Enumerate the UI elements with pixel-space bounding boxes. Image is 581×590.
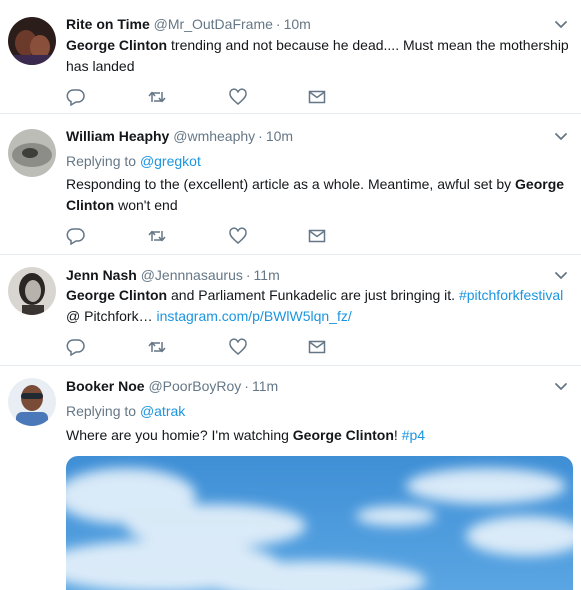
highlighted-term: George Clinton [66,37,168,53]
url-link[interactable]: instagram.com/p/BWlW5lqn_fz/ [156,308,351,324]
tweet-text-part: Responding to the (excellent) article as… [66,176,516,192]
reply-icon[interactable] [66,227,86,245]
reply-icon[interactable] [66,338,86,356]
timestamp[interactable]: 11m [252,378,278,394]
hashtag-link[interactable]: #p4 [402,427,425,443]
tweet-text: Where are you homie? I'm watching George… [66,425,572,446]
retweet-icon[interactable] [147,338,167,356]
tweet-text-part: won't end [114,197,178,213]
user-handle[interactable]: @Mr_OutDaFrame [154,16,273,32]
display-name[interactable]: William Heaphy [66,128,169,144]
tweet-text: Responding to the (excellent) article as… [66,174,572,216]
heart-icon[interactable] [228,88,248,106]
heart-icon[interactable] [228,338,248,356]
envelope-icon[interactable] [307,88,327,106]
tweet-text: George Clinton trending and not because … [66,35,572,77]
tweet-media-image[interactable] [66,456,573,590]
hashtag-link[interactable]: #pitchforkfestival [459,287,563,303]
timestamp[interactable]: 11m [254,267,280,283]
tweet-text-part: @ Pitchfork… [66,308,157,324]
tweet-header: William Heaphy @wmheaphy · 10m [66,127,293,145]
reply-icon[interactable] [66,88,86,106]
avatar[interactable] [8,378,56,426]
tweet-header: Jenn Nash @Jennnasaurus · 11m [66,266,280,284]
timestamp[interactable]: 10m [266,128,293,144]
timestamp[interactable]: 10m [284,16,311,32]
display-name[interactable]: Jenn Nash [66,267,137,283]
tweet[interactable]: Jenn Nash @Jennnasaurus · 11m George Clint… [0,255,581,366]
chevron-down-icon[interactable] [553,378,569,394]
replying-to: Replying to @atrak [66,402,185,420]
tweet-header: Rite on Time @Mr_OutDaFrame · 10m [66,15,311,33]
highlighted-term: George Clinton [292,427,394,443]
tweet-text-part: Where are you homie? I'm watching [66,427,293,443]
tweet-text: George Clinton and Parliament Funkadelic… [66,285,572,327]
tweet[interactable]: Rite on Time @Mr_OutDaFrame · 10m George C… [0,0,581,114]
avatar[interactable] [8,129,56,177]
display-name[interactable]: Booker Noe [66,378,145,394]
heart-icon[interactable] [228,227,248,245]
avatar[interactable] [8,267,56,315]
highlighted-term: George Clinton [66,287,168,303]
retweet-icon[interactable] [147,88,167,106]
reply-target-link[interactable]: @gregkot [140,153,201,169]
avatar[interactable] [8,17,56,65]
user-handle[interactable]: @PoorBoyRoy [148,378,241,394]
replying-label: Replying to [66,153,137,169]
user-handle[interactable]: @wmheaphy [173,128,255,144]
separator-dot: · [244,378,249,394]
separator-dot: · [275,16,281,32]
reply-target-link[interactable]: @atrak [140,403,185,419]
envelope-icon[interactable] [307,227,327,245]
separator-dot: · [258,128,263,144]
chevron-down-icon[interactable] [553,128,569,144]
retweet-icon[interactable] [147,227,167,245]
replying-to: Replying to @gregkot [66,152,201,170]
separator-dot: · [245,267,251,283]
tweet[interactable]: William Heaphy @wmheaphy · 10m Replying to… [0,114,581,255]
display-name[interactable]: Rite on Time [66,16,150,32]
envelope-icon[interactable] [307,338,327,356]
user-handle[interactable]: @Jennnasaurus [141,267,243,283]
tweet-header: Booker Noe @PoorBoyRoy · 11m [66,377,278,395]
chevron-down-icon[interactable] [553,267,569,283]
tweet-text-part: and Parliament Funkadelic are just bring… [167,287,459,303]
chevron-down-icon[interactable] [553,16,569,32]
replying-label: Replying to [66,403,137,419]
tweet-text-part: ! [393,427,402,443]
